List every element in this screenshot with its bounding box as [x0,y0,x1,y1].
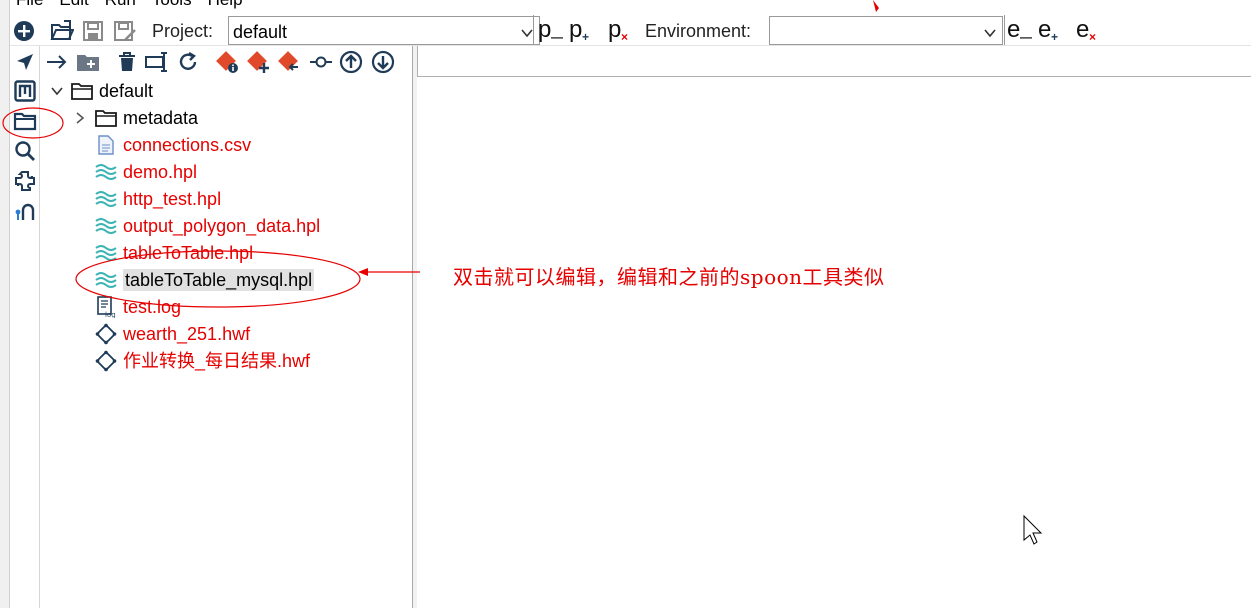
tree-item-label: wearth_251.hwf [123,324,251,344]
tree-item-label: test.log [123,297,182,317]
pipeline-icon [95,188,117,210]
tree-item-daily-result-hwf[interactable]: 作业转换_每日结果.hwf [95,348,310,374]
menu-tools[interactable]: Tools [152,0,192,9]
chevron-down-icon [521,25,533,43]
tree-item-label: 作业转换_每日结果.hwf [123,351,311,371]
tree-item-label: http_test.hpl [123,189,222,209]
project-edit-label: p [538,16,552,43]
tree-item-label: default [99,81,154,101]
save-as-icon[interactable] [113,19,137,43]
git-revert-icon[interactable] [277,50,301,74]
plugin-icon[interactable] [12,168,38,194]
project-label: Project: [152,21,214,41]
git-pull-icon[interactable] [371,50,395,74]
tree-item-connections-csv[interactable]: connections.csv [95,132,251,158]
tree-item-metadata[interactable]: metadata [75,105,198,131]
tree-item-output-polygon-data-hpl[interactable]: output_polygon_data.hpl [95,213,320,239]
navigate-icon[interactable] [12,49,38,75]
metadata-icon[interactable] [12,78,38,104]
project-add-button[interactable]: p + [569,16,589,44]
environment-delete-label: e [1076,16,1090,43]
project-delete-label: p [608,16,622,43]
folder-icon [71,80,93,102]
tree-item-label: demo.hpl [123,162,198,182]
tree-item-demo-hpl[interactable]: demo.hpl [95,159,197,185]
explorer-panel: default metadata connections.csv demo.hp… [41,46,413,608]
git-add-icon[interactable] [246,50,270,74]
chevron-right-icon[interactable] [75,112,89,124]
explorer-icon[interactable] [12,108,38,134]
tree-item-test-log[interactable]: log test.log [95,294,181,320]
menu-file[interactable]: File [16,0,43,9]
tree-item-label: tableToTable.hpl [123,243,254,263]
annotation-text: 双击就可以编辑，编辑和之前的spoon工具类似 [453,265,885,289]
menu-edit[interactable]: Edit [59,0,88,9]
folder-icon [95,107,117,129]
chevron-down-icon[interactable] [51,86,65,96]
workflow-icon [95,323,117,345]
window-edge-strip [0,0,10,608]
tree-item-label: tableToTable_mysql.hpl [123,269,315,291]
chevron-down-icon [984,25,996,43]
search-icon[interactable] [12,138,38,164]
environment-edit-button[interactable]: e — [1007,16,1032,44]
editor-tab-strip [417,46,1251,77]
git-info-icon[interactable] [215,50,239,74]
rename-icon[interactable] [145,50,169,74]
file-icon [95,134,117,156]
project-edit-button[interactable]: p — [538,16,563,44]
environment-delete-button[interactable]: e × [1076,16,1096,44]
pipeline-icon [95,269,117,291]
toolbar-separator [533,15,534,45]
menu-help[interactable]: Help [208,0,243,9]
menu-bar: File Edit Run Tools Help [0,0,243,9]
environment-select[interactable] [769,16,1003,45]
explorer-toolbar [41,46,413,78]
pipeline-icon [95,161,117,183]
perspective-bar [10,46,40,608]
delete-icon[interactable] [115,50,139,74]
pipeline-icon [95,215,117,237]
open-icon[interactable] [50,19,74,43]
pipeline-icon [95,242,117,264]
tree-item-label: output_polygon_data.hpl [123,216,321,236]
tree-item-label: metadata [123,108,199,128]
git-push-icon[interactable] [339,50,363,74]
environment-edit-label: e [1007,16,1021,43]
environment-label: Environment: [645,21,752,41]
menu-run[interactable]: Run [105,0,136,9]
open-arrow-icon[interactable] [45,50,69,74]
tree-item-tabletotable-mysql-hpl[interactable]: tableToTable_mysql.hpl [95,267,315,293]
toolbar-separator [1004,15,1005,45]
project-select-value: default [233,22,288,42]
tree-item-wearth-251-hwf[interactable]: wearth_251.hwf [95,321,250,347]
tree-item-default[interactable]: default [51,78,153,104]
svg-text:log: log [105,311,116,318]
environment-add-label: e [1038,16,1052,43]
project-add-label: p [569,16,583,43]
project-delete-button[interactable]: p × [608,16,628,44]
project-select[interactable]: default [228,16,540,45]
workflow-icon [95,350,117,372]
new-folder-icon[interactable] [76,50,100,74]
tree-item-label: connections.csv [123,135,252,155]
main-toolbar: Project: default p — p + p × Environment: e… [10,15,1251,46]
save-icon[interactable] [81,19,105,43]
tree-item-tabletotable-hpl[interactable]: tableToTable.hpl [95,240,253,266]
new-icon[interactable] [12,19,36,43]
editor-area[interactable] [417,46,1251,608]
environment-add-button[interactable]: e + [1038,16,1058,44]
annotation-mark [873,0,879,12]
tree-item-http-test-hpl[interactable]: http_test.hpl [95,186,221,212]
git-icon[interactable] [12,198,38,224]
log-file-icon: log [95,296,117,318]
refresh-icon[interactable] [176,50,200,74]
git-commit-icon[interactable] [309,50,333,74]
